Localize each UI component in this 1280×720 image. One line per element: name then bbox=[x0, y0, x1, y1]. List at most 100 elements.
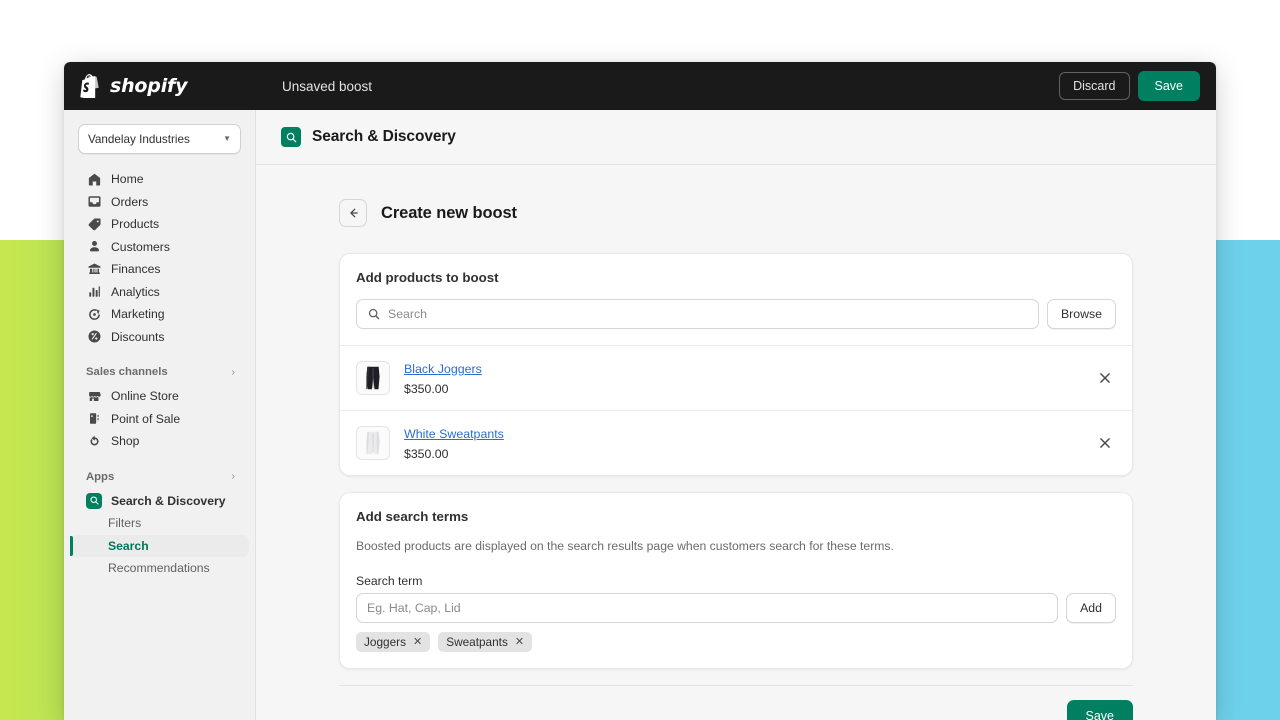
product-info: White Sweatpants $350.00 bbox=[404, 425, 1080, 461]
sidebar-item-products[interactable]: Products bbox=[70, 213, 249, 236]
chip-joggers[interactable]: Joggers ✕ bbox=[356, 631, 431, 652]
sidebar-item-finances[interactable]: Finances bbox=[70, 258, 249, 281]
sidebar-item-orders[interactable]: Orders bbox=[70, 191, 249, 214]
unsaved-status-title: Unsaved boost bbox=[282, 78, 373, 94]
chip-label: Joggers bbox=[364, 634, 406, 649]
chevron-right-icon: › bbox=[231, 471, 235, 482]
shopify-admin-window: shopify Unsaved boost Discard Save Vande… bbox=[64, 62, 1216, 720]
sidebar-subitem-filters[interactable]: Filters bbox=[70, 512, 249, 535]
sidebar-group-sales-channels[interactable]: Sales channels › bbox=[70, 362, 249, 382]
save-button-topbar[interactable]: Save bbox=[1137, 71, 1200, 101]
sidebar-item-label: Point of Sale bbox=[111, 411, 181, 426]
add-term-button[interactable]: Add bbox=[1066, 592, 1116, 623]
chip-label: Sweatpants bbox=[446, 634, 508, 649]
main-content: Search & Discovery Create new boost Add … bbox=[256, 110, 1216, 720]
sidebar-item-label: Shop bbox=[111, 434, 140, 449]
footer-actions: Save bbox=[339, 699, 1133, 720]
product-link[interactable]: White Sweatpants bbox=[404, 427, 504, 441]
product-search-field[interactable] bbox=[356, 299, 1039, 329]
sidebar-item-label: Finances bbox=[111, 262, 161, 277]
app-badge bbox=[86, 492, 102, 509]
sidebar-subitem-label: Filters bbox=[108, 516, 142, 531]
add-search-terms-description: Boosted products are displayed on the se… bbox=[356, 539, 894, 553]
sidebar-item-search-and-discovery[interactable]: Search & Discovery bbox=[70, 490, 249, 513]
add-products-card-body: Add products to boost Browse bbox=[340, 254, 1132, 345]
product-price: $350.00 bbox=[404, 382, 449, 396]
chip-sweatpants[interactable]: Sweatpants ✕ bbox=[438, 631, 533, 652]
add-search-terms-title: Add search terms bbox=[356, 509, 469, 524]
product-info: Black Joggers $350.00 bbox=[404, 360, 1080, 396]
page-title: Create new boost bbox=[381, 203, 517, 222]
sidebar-item-label: Analytics bbox=[111, 284, 160, 299]
black-joggers-thumbnail bbox=[356, 361, 390, 395]
sidebar-item-shop[interactable]: Shop bbox=[70, 430, 249, 453]
storefront-icon bbox=[86, 388, 102, 404]
app-header: Search & Discovery bbox=[256, 110, 1216, 165]
search-icon bbox=[368, 308, 380, 320]
table-row: White Sweatpants $350.00 bbox=[340, 410, 1132, 475]
admin-topbar: shopify Unsaved boost Discard Save bbox=[64, 62, 1216, 110]
product-price: $350.00 bbox=[404, 447, 449, 461]
sidebar-item-analytics[interactable]: Analytics bbox=[70, 281, 249, 304]
table-row: Black Joggers $350.00 bbox=[340, 345, 1132, 410]
shopify-wordmark: shopify bbox=[110, 75, 188, 97]
bank-icon bbox=[86, 261, 102, 277]
sidebar-item-marketing[interactable]: Marketing bbox=[70, 303, 249, 326]
sidebar-subitem-search[interactable]: Search bbox=[70, 534, 249, 557]
store-switcher[interactable]: Vandelay Industries ▼ bbox=[78, 124, 241, 154]
product-tag-icon bbox=[86, 216, 102, 232]
store-name-label: Vandelay Industries bbox=[88, 132, 190, 146]
add-products-title: Add products to boost bbox=[356, 270, 499, 285]
sidebar-item-label: Customers bbox=[111, 239, 170, 254]
page-header: Create new boost bbox=[339, 199, 1133, 227]
close-x-icon[interactable] bbox=[1094, 432, 1116, 454]
active-indicator bbox=[70, 535, 73, 556]
window-body: Vandelay Industries ▼ Home Orders Produc… bbox=[64, 110, 1216, 720]
chevron-down-icon: ▼ bbox=[223, 134, 231, 143]
home-icon bbox=[86, 171, 102, 187]
close-x-icon[interactable] bbox=[1094, 367, 1116, 389]
search-term-field[interactable] bbox=[356, 592, 1059, 623]
sidebar-item-label: Search & Discovery bbox=[111, 493, 226, 508]
save-button-footer[interactable]: Save bbox=[1066, 699, 1133, 720]
sidebar-subitem-recommendations[interactable]: Recommendations bbox=[70, 557, 249, 580]
sidebar-item-label: Home bbox=[111, 172, 144, 187]
add-products-card: Add products to boost Browse bbox=[339, 253, 1133, 476]
close-x-icon[interactable]: ✕ bbox=[413, 635, 422, 648]
sidebar-item-point-of-sale[interactable]: Point of Sale bbox=[70, 408, 249, 431]
bar-chart-icon bbox=[86, 284, 102, 300]
sidebar-item-home[interactable]: Home bbox=[70, 168, 249, 191]
orders-inbox-icon bbox=[86, 194, 102, 210]
sidebar-item-customers[interactable]: Customers bbox=[70, 236, 249, 259]
sidebar-subitem-label: Search bbox=[108, 538, 149, 553]
primary-sidebar: Vandelay Industries ▼ Home Orders Produc… bbox=[64, 110, 256, 720]
sidebar-item-label: Products bbox=[111, 217, 160, 232]
search-discovery-app-icon bbox=[281, 127, 301, 147]
sidebar-subitem-label: Recommendations bbox=[108, 561, 210, 576]
sidebar-group-label: Sales channels bbox=[86, 366, 168, 378]
search-term-input[interactable] bbox=[367, 600, 1048, 615]
search-discovery-app-icon bbox=[86, 492, 102, 509]
marketing-target-icon bbox=[86, 306, 102, 322]
product-search-input[interactable] bbox=[388, 307, 1028, 321]
product-search-row: Browse bbox=[356, 299, 1116, 345]
point-of-sale-icon bbox=[86, 411, 102, 427]
sidebar-group-apps[interactable]: Apps › bbox=[70, 467, 249, 487]
sidebar-item-label: Orders bbox=[111, 194, 149, 209]
product-link[interactable]: Black Joggers bbox=[404, 362, 482, 376]
back-button[interactable] bbox=[339, 199, 367, 227]
shop-icon bbox=[86, 433, 102, 449]
sidebar-item-label: Marketing bbox=[111, 307, 165, 322]
shopify-bag-logo bbox=[80, 74, 99, 98]
footer-divider bbox=[339, 684, 1133, 686]
add-search-terms-card: Add search terms Boosted products are di… bbox=[339, 492, 1133, 669]
white-sweatpants-thumbnail bbox=[356, 426, 390, 460]
sidebar-item-discounts[interactable]: Discounts bbox=[70, 326, 249, 349]
sidebar-item-online-store[interactable]: Online Store bbox=[70, 385, 249, 408]
shopify-brand[interactable]: shopify bbox=[64, 74, 256, 98]
close-x-icon[interactable]: ✕ bbox=[515, 635, 524, 648]
browse-button[interactable]: Browse bbox=[1046, 299, 1116, 329]
search-term-row: Add bbox=[356, 592, 1116, 623]
customer-person-icon bbox=[86, 239, 102, 255]
discard-button[interactable]: Discard bbox=[1059, 72, 1130, 100]
